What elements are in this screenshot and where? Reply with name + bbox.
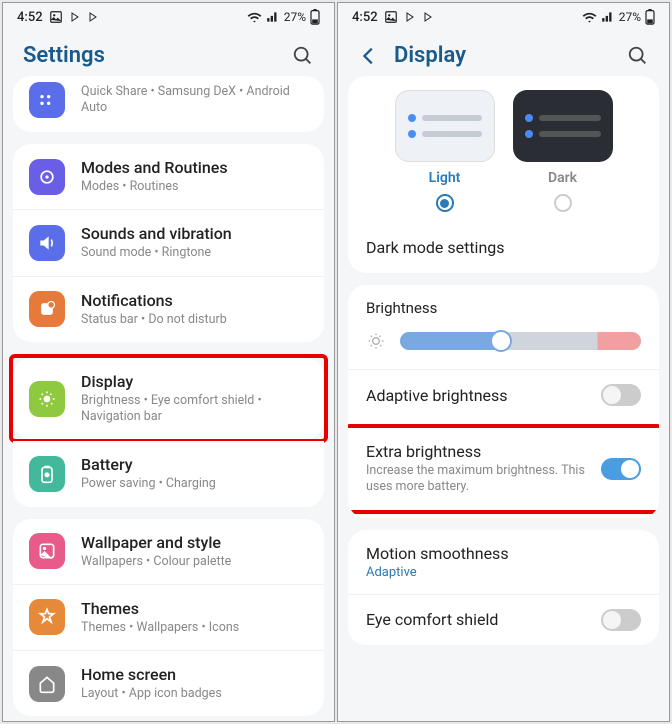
brightness-label: Brightness — [348, 285, 659, 323]
wallpaper-icon — [29, 533, 65, 569]
header: Settings — [3, 31, 334, 76]
play-icon — [404, 11, 416, 23]
wifi-icon — [247, 10, 262, 25]
home-screen-row[interactable]: Home screen Layout • App icon badges — [13, 651, 324, 716]
battery-text: 27% — [284, 10, 306, 24]
play-icon — [69, 11, 81, 23]
list-item[interactable]: Quick Share • Samsung DeX • Android Auto — [13, 76, 324, 132]
notifications-row[interactable]: Notifications Status bar • Do not distur… — [13, 277, 324, 342]
slider-thumb[interactable] — [490, 330, 512, 352]
extra-brightness-toggle[interactable] — [601, 458, 641, 480]
display-screen: 4:52 27% Display Light — [337, 2, 670, 722]
radio-light[interactable] — [436, 194, 454, 212]
devices-icon — [29, 82, 65, 118]
search-icon[interactable] — [292, 45, 314, 67]
themes-row[interactable]: Themes Themes • Wallpapers • Icons — [13, 585, 324, 651]
sounds-vibration-row[interactable]: Sounds and vibration Sound mode • Ringto… — [13, 210, 324, 276]
signal-icon — [266, 10, 280, 24]
sounds-vibration-icon — [29, 225, 65, 261]
brightness-slider[interactable] — [400, 332, 641, 350]
battery-icon — [310, 9, 320, 25]
dark-mode-settings[interactable]: Dark mode settings — [348, 222, 659, 273]
home-screen-icon — [29, 666, 65, 702]
status-time: 4:52 — [352, 10, 378, 25]
theme-picker: Light Dark — [348, 76, 659, 222]
play-icon — [422, 11, 434, 23]
page-title: Settings — [23, 43, 278, 68]
settings-screen: 4:52 27% Settings Quick Share • Samsung … — [2, 2, 335, 722]
image-icon — [384, 10, 398, 24]
radio-dark[interactable] — [554, 194, 572, 212]
page-title: Display — [394, 43, 613, 68]
dark-preview — [513, 90, 613, 162]
display-content[interactable]: Light Dark Dark mode settings Brightness — [338, 76, 669, 721]
modes-routines-row[interactable]: Modes and Routines Modes • Routines — [13, 144, 324, 210]
display-highlight: Display Brightness • Eye comfort shield … — [9, 354, 328, 444]
display-icon — [29, 381, 65, 417]
adaptive-brightness-row[interactable]: Adaptive brightness — [348, 369, 659, 420]
header: Display — [338, 31, 669, 76]
notifications-icon — [29, 291, 65, 327]
status-bar: 4:52 27% — [338, 3, 669, 31]
signal-icon — [601, 10, 615, 24]
adaptive-toggle[interactable] — [601, 384, 641, 406]
brightness-slider-row — [348, 323, 659, 369]
status-time: 4:52 — [17, 10, 43, 25]
battery-icon — [29, 456, 65, 492]
extra-brightness-row[interactable]: Extra brightness Increase the maximum br… — [348, 428, 659, 510]
play-icon — [87, 11, 99, 23]
image-icon — [49, 10, 63, 24]
battery-text: 27% — [619, 10, 641, 24]
search-icon[interactable] — [627, 45, 649, 67]
modes-routines-icon — [29, 159, 65, 195]
themes-icon — [29, 599, 65, 635]
motion-row[interactable]: Motion smoothness Adaptive — [348, 530, 659, 594]
light-preview — [395, 90, 495, 162]
eye-comfort-row[interactable]: Eye comfort shield — [348, 594, 659, 645]
eye-comfort-toggle[interactable] — [601, 609, 641, 631]
sun-icon — [366, 331, 386, 351]
theme-light-option[interactable]: Light — [395, 90, 495, 212]
theme-dark-option[interactable]: Dark — [513, 90, 613, 212]
settings-list[interactable]: Quick Share • Samsung DeX • Android Auto… — [3, 76, 334, 721]
back-icon[interactable] — [358, 45, 380, 67]
status-bar: 4:52 27% — [3, 3, 334, 31]
wifi-icon — [582, 10, 597, 25]
extra-brightness-highlight: Extra brightness Increase the maximum br… — [348, 424, 659, 514]
battery-icon — [645, 9, 655, 25]
battery-row[interactable]: Battery Power saving • Charging — [13, 441, 324, 506]
display-row[interactable]: Display Brightness • Eye comfort shield … — [13, 358, 324, 440]
wallpaper-row[interactable]: Wallpaper and style Wallpapers • Colour … — [13, 519, 324, 585]
